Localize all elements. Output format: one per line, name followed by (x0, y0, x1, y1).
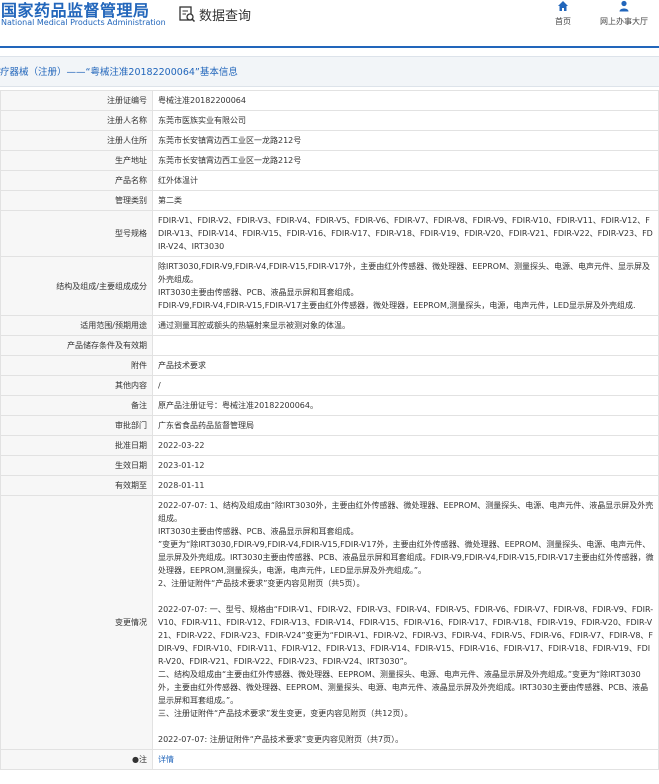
change-entry: 2022-07-07: 一、型号、规格由“FDIR-V1、FDIR-V2、FDI… (158, 605, 654, 718)
approval-dept-value: 广东省食品药品监督管理局 (152, 415, 659, 436)
row-label: 管理类别 (0, 190, 153, 211)
record-title-bar: 疗器械（注册）——“粤械注准20182200064”基本信息 (0, 56, 659, 87)
row-label: 注册人住所 (0, 130, 153, 151)
data-query-label[interactable]: 数据查询 (199, 5, 251, 24)
row-label: 生效日期 (0, 455, 153, 476)
table-row: 审批部门 广东省食品药品监督管理局 (0, 415, 659, 436)
table-row: 型号规格 FDIR-V1、FDIR-V2、FDIR-V3、FDIR-V4、FDI… (0, 210, 659, 257)
table-row: 生效日期 2023-01-12 (0, 455, 659, 476)
row-label: 批准日期 (0, 435, 153, 456)
table-row: 变更情况 2022-07-07: 1、结构及组成由“除IRT3030外，主要由红… (0, 495, 659, 750)
changes-value: 2022-07-07: 1、结构及组成由“除IRT3030外，主要由红外传感器、… (152, 495, 659, 750)
row-label: 附件 (0, 355, 153, 376)
table-row: 注册证编号 粤械注准20182200064 (0, 90, 659, 111)
row-label: 产品名称 (0, 170, 153, 191)
data-query-icon (179, 6, 196, 23)
models-value: FDIR-V1、FDIR-V2、FDIR-V3、FDIR-V4、FDIR-V5、… (152, 210, 659, 257)
table-row: 注册人名称 东莞市医族实业有限公司 (0, 110, 659, 131)
category-value: 第二类 (152, 190, 659, 211)
row-label: 注册人名称 (0, 110, 153, 131)
remark-value: 原产品注册证号：粤械注准20182200064。 (152, 395, 659, 416)
registrant-address-value: 东莞市长安镇霄边西工业区一龙路212号 (152, 130, 659, 151)
other-value: / (152, 375, 659, 396)
nav-office-label: 网上办事大厅 (600, 17, 648, 26)
approval-date-value: 2022-03-22 (152, 435, 659, 456)
row-label: 变更情况 (0, 495, 153, 750)
row-label: 审批部门 (0, 415, 153, 436)
table-row: 备注 原产品注册证号：粤械注准20182200064。 (0, 395, 659, 416)
table-row: 结构及组成/主要组成成分 除IRT3030,FDIR-V9,FDIR-V4,FD… (0, 256, 659, 316)
row-label: 型号规格 (0, 210, 153, 257)
user-icon (619, 0, 629, 12)
expiry-date-value: 2028-01-11 (152, 475, 659, 496)
table-row: 附件 产品技术要求 (0, 355, 659, 376)
table-row: 适用范围/预期用途 通过测量耳腔或额头的热辐射来显示被测对象的体温。 (0, 315, 659, 336)
nav-home[interactable]: 首页 (551, 0, 575, 27)
attachment-value: 产品技术要求 (152, 355, 659, 376)
table-row: 产品名称 红外体温计 (0, 170, 659, 191)
detail-table: 注册证编号 粤械注准20182200064 注册人名称 东莞市医族实业有限公司 … (0, 90, 659, 770)
pin-icon: ● (132, 755, 139, 764)
table-row: 管理类别 第二类 (0, 190, 659, 211)
effective-date-value: 2023-01-12 (152, 455, 659, 476)
nav-online-office[interactable]: 网上办事大厅 (596, 0, 652, 27)
table-row: 批准日期 2022-03-22 (0, 435, 659, 456)
note-label: 注 (139, 755, 147, 764)
header-divider (0, 46, 659, 48)
table-row: 生产地址 东莞市长安镇霄边西工业区一龙路212号 (0, 150, 659, 171)
row-label: 其他内容 (0, 375, 153, 396)
record-title: 疗器械（注册）——“粤械注准20182200064”基本信息 (0, 67, 238, 78)
table-row: 注册人住所 东莞市长安镇霄边西工业区一龙路212号 (0, 130, 659, 151)
home-icon (558, 1, 568, 11)
structure-value: 除IRT3030,FDIR-V9,FDIR-V4,FDIR-V15,FDIR-V… (152, 256, 659, 316)
product-name-value: 红外体温计 (152, 170, 659, 191)
storage-value (152, 335, 659, 356)
reg-no-value: 粤械注准20182200064 (152, 90, 659, 111)
registrant-value: 东莞市医族实业有限公司 (152, 110, 659, 131)
change-entry: 2022-07-07: 注册证附件“产品技术要求”变更内容见附页（共7页）。 (158, 735, 404, 744)
table-row: ●注 详情 (0, 749, 659, 770)
site-header: 国家药品监督管理局 National Medical Products Admi… (0, 0, 659, 46)
row-label: 适用范围/预期用途 (0, 315, 153, 336)
table-row: 产品储存条件及有效期 (0, 335, 659, 356)
row-label: 注册证编号 (0, 90, 153, 111)
row-label: ●注 (0, 749, 153, 770)
row-label: 生产地址 (0, 150, 153, 171)
table-row: 其他内容 / (0, 375, 659, 396)
nav-home-label: 首页 (555, 17, 571, 26)
note-value: 详情 (152, 749, 659, 770)
row-label: 备注 (0, 395, 153, 416)
row-label: 结构及组成/主要组成成分 (0, 256, 153, 316)
logo-subtitle: National Medical Products Administration (1, 18, 166, 27)
change-entry: 2022-07-07: 1、结构及组成由“除IRT3030外，主要由红外传感器、… (158, 501, 654, 588)
details-link[interactable]: 详情 (158, 755, 174, 764)
row-label: 有效期至 (0, 475, 153, 496)
scope-value: 通过测量耳腔或额头的热辐射来显示被测对象的体温。 (152, 315, 659, 336)
production-address-value: 东莞市长安镇霄边西工业区一龙路212号 (152, 150, 659, 171)
row-label: 产品储存条件及有效期 (0, 335, 153, 356)
table-row: 有效期至 2028-01-11 (0, 475, 659, 496)
